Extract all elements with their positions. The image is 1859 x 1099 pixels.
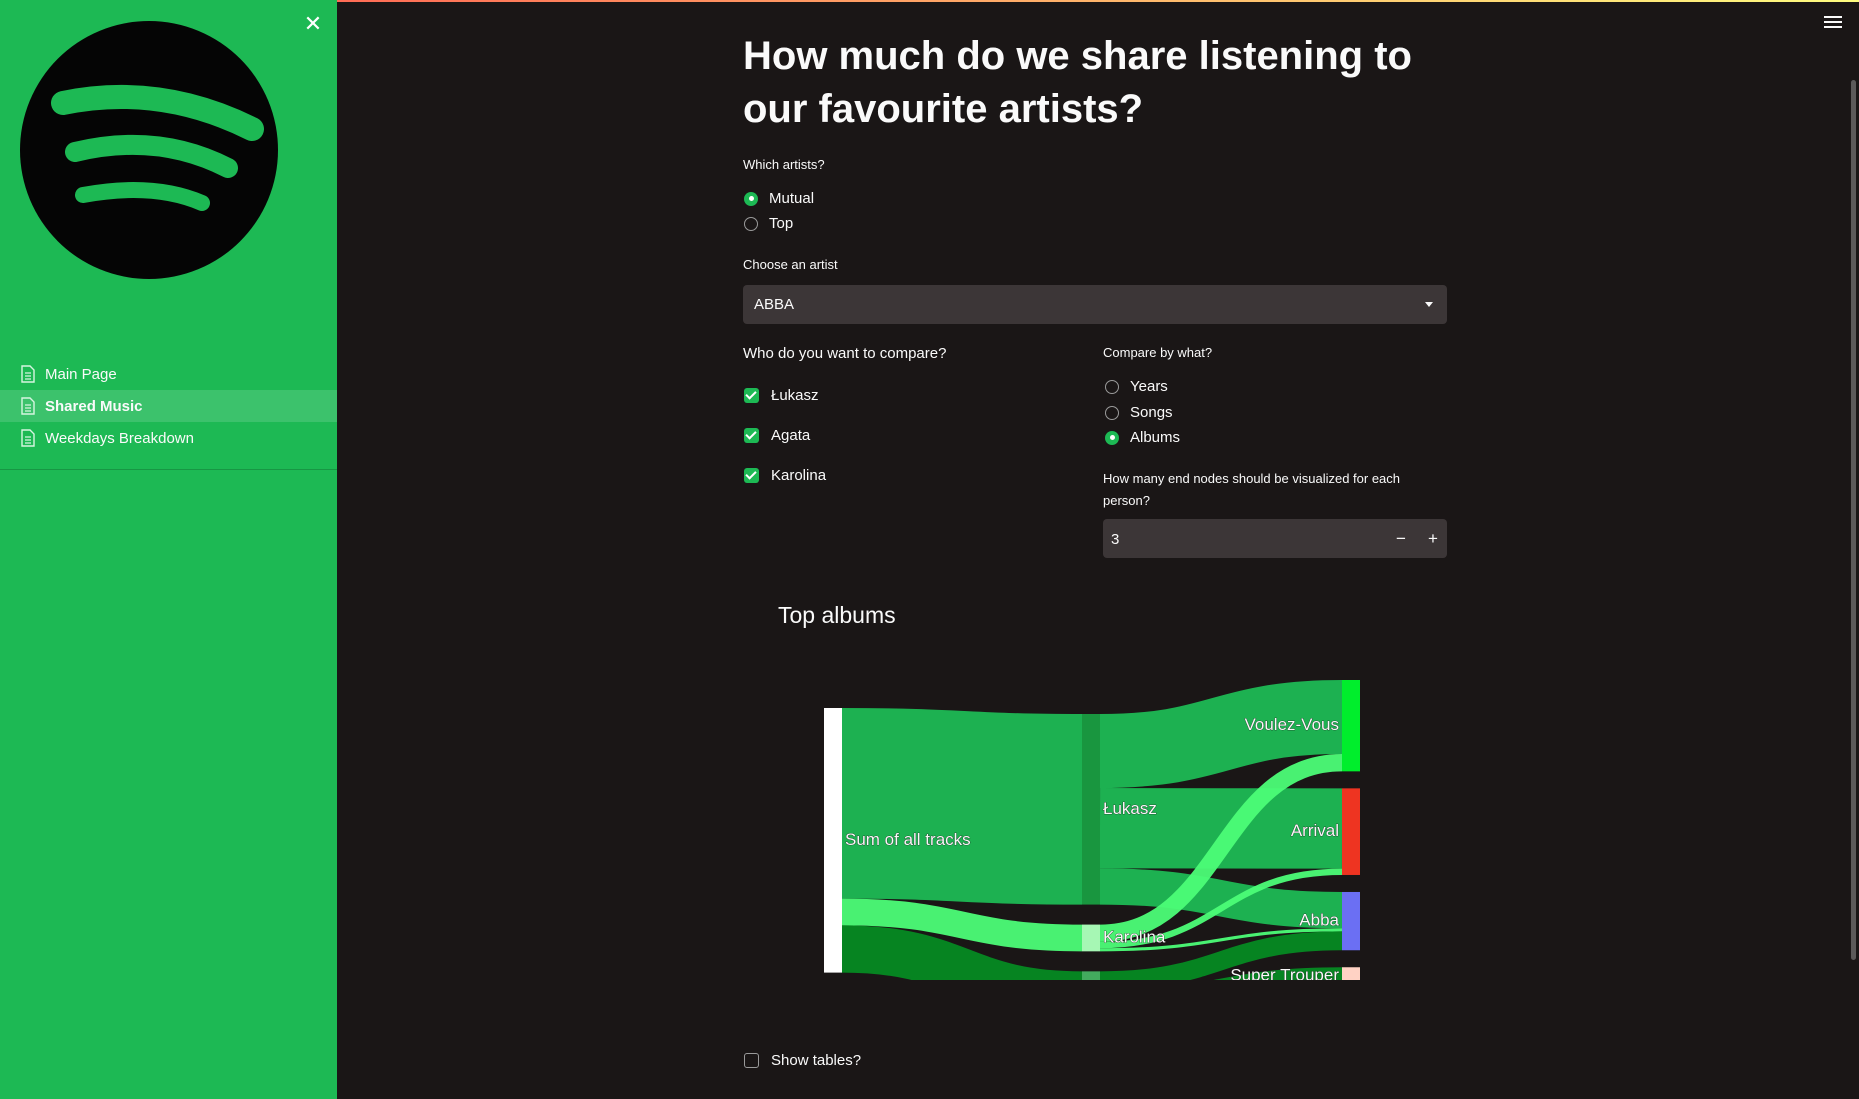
radio-selected-icon <box>744 191 758 206</box>
checkbox-label: Łukasz <box>771 387 819 404</box>
sankey-node-0[interactable] <box>824 708 842 973</box>
sankey-node-2[interactable] <box>1082 924 1100 952</box>
checkbox-checked-icon <box>744 468 759 483</box>
spotify-logo <box>20 21 278 279</box>
radio-mutual[interactable]: Mutual <box>744 190 814 207</box>
sankey-node-4[interactable] <box>1342 680 1360 772</box>
checkbox-label: Karolina <box>771 467 827 484</box>
sankey-node-label: Abba <box>1299 911 1339 930</box>
radio-label: Songs <box>1130 404 1173 421</box>
sidebar-divider <box>0 469 337 470</box>
sidebar-nav: Main Page Shared Music Weekdays Breakdow… <box>0 358 337 454</box>
sidebar-item-label: Weekdays Breakdown <box>45 429 194 447</box>
increment-button[interactable]: + <box>1417 519 1449 558</box>
sidebar-item-label: Shared Music <box>45 397 143 415</box>
radio-label: Top <box>769 215 794 232</box>
sankey-node-label: Łukasz <box>1103 799 1157 818</box>
radio-unselected-icon <box>1105 405 1119 420</box>
radio-label: Years <box>1130 378 1168 395</box>
sankey-node-7[interactable] <box>1342 967 1360 980</box>
end-nodes-field[interactable] <box>1103 519 1383 560</box>
document-icon <box>21 365 35 383</box>
checkbox-label: Show tables? <box>771 1052 862 1069</box>
choose-artist-label: Choose an artist <box>743 257 838 272</box>
which-artists-label: Which artists? <box>743 157 825 172</box>
radio-label: Albums <box>1130 429 1181 446</box>
sankey-node-label: Voulez-Vous <box>1244 715 1339 734</box>
sankey-link-0[interactable] <box>841 708 1083 905</box>
sankey-node-label: Sum of all tracks <box>845 830 971 849</box>
sidebar: ✕ Main Page Shared Music Weekdays Breakd… <box>0 0 337 1099</box>
sankey-node-1[interactable] <box>1082 714 1100 905</box>
page-title: How much do we share listening to our fa… <box>743 34 1412 131</box>
artist-select[interactable]: ABBA <box>743 285 1447 324</box>
checkbox-agata[interactable]: Agata <box>744 427 810 444</box>
checkbox-karolina[interactable]: Karolina <box>744 467 826 484</box>
artist-select-value: ABBA <box>754 296 795 313</box>
main-menu-icon[interactable] <box>1824 16 1842 32</box>
sankey-node-label: Super Trouper <box>1230 965 1339 980</box>
radio-top[interactable]: Top <box>744 215 793 232</box>
radio-songs[interactable]: Songs <box>1105 404 1173 421</box>
compare-by-label: Compare by what? <box>1103 345 1213 360</box>
sankey-node-label: Karolina <box>1103 927 1166 946</box>
checkbox-lukasz[interactable]: Łukasz <box>744 387 819 404</box>
radio-years[interactable]: Years <box>1105 378 1168 395</box>
document-icon <box>21 429 35 447</box>
radio-unselected-icon <box>1105 379 1119 394</box>
sidebar-item-shared-music[interactable]: Shared Music <box>0 390 337 422</box>
sidebar-item-label: Main Page <box>45 365 117 383</box>
sankey-chart: Sum of all tracksŁukaszKarolinaAgataVoul… <box>824 680 1360 980</box>
checkbox-checked-icon <box>744 428 759 443</box>
decrement-button-2[interactable]: − <box>1385 519 1417 558</box>
end-nodes-number-input: − + <box>1103 519 1449 560</box>
compare-who-label: Who do you want to compare? <box>743 345 947 362</box>
radio-albums[interactable]: Albums <box>1105 429 1180 446</box>
sidebar-item-weekdays-breakdown[interactable]: Weekdays Breakdown <box>0 422 337 454</box>
radio-unselected-icon <box>744 216 758 231</box>
show-tables-checkbox[interactable]: Show tables? <box>744 1052 861 1069</box>
end-nodes-label: How many end nodes should be visualized … <box>1103 471 1401 508</box>
sankey-node-3[interactable] <box>1082 971 1100 980</box>
page-scrollbar[interactable] <box>1851 80 1856 960</box>
sankey-node-label: Arrival <box>1291 821 1339 840</box>
document-icon <box>21 397 35 415</box>
sankey-node-6[interactable] <box>1342 891 1360 951</box>
close-sidebar-icon[interactable]: ✕ <box>302 13 324 35</box>
sidebar-item-main-page[interactable]: Main Page <box>0 358 337 390</box>
chevron-down-icon <box>1425 302 1433 307</box>
radio-selected-icon <box>1105 430 1119 445</box>
chart-title: Top albums <box>778 602 896 628</box>
checkbox-label: Agata <box>771 427 811 444</box>
radio-label: Mutual <box>769 190 815 207</box>
checkbox-unchecked-icon <box>744 1053 759 1068</box>
sankey-link-2[interactable] <box>841 925 1083 980</box>
sankey-node-5[interactable] <box>1342 788 1360 875</box>
checkbox-checked-icon <box>744 388 759 403</box>
